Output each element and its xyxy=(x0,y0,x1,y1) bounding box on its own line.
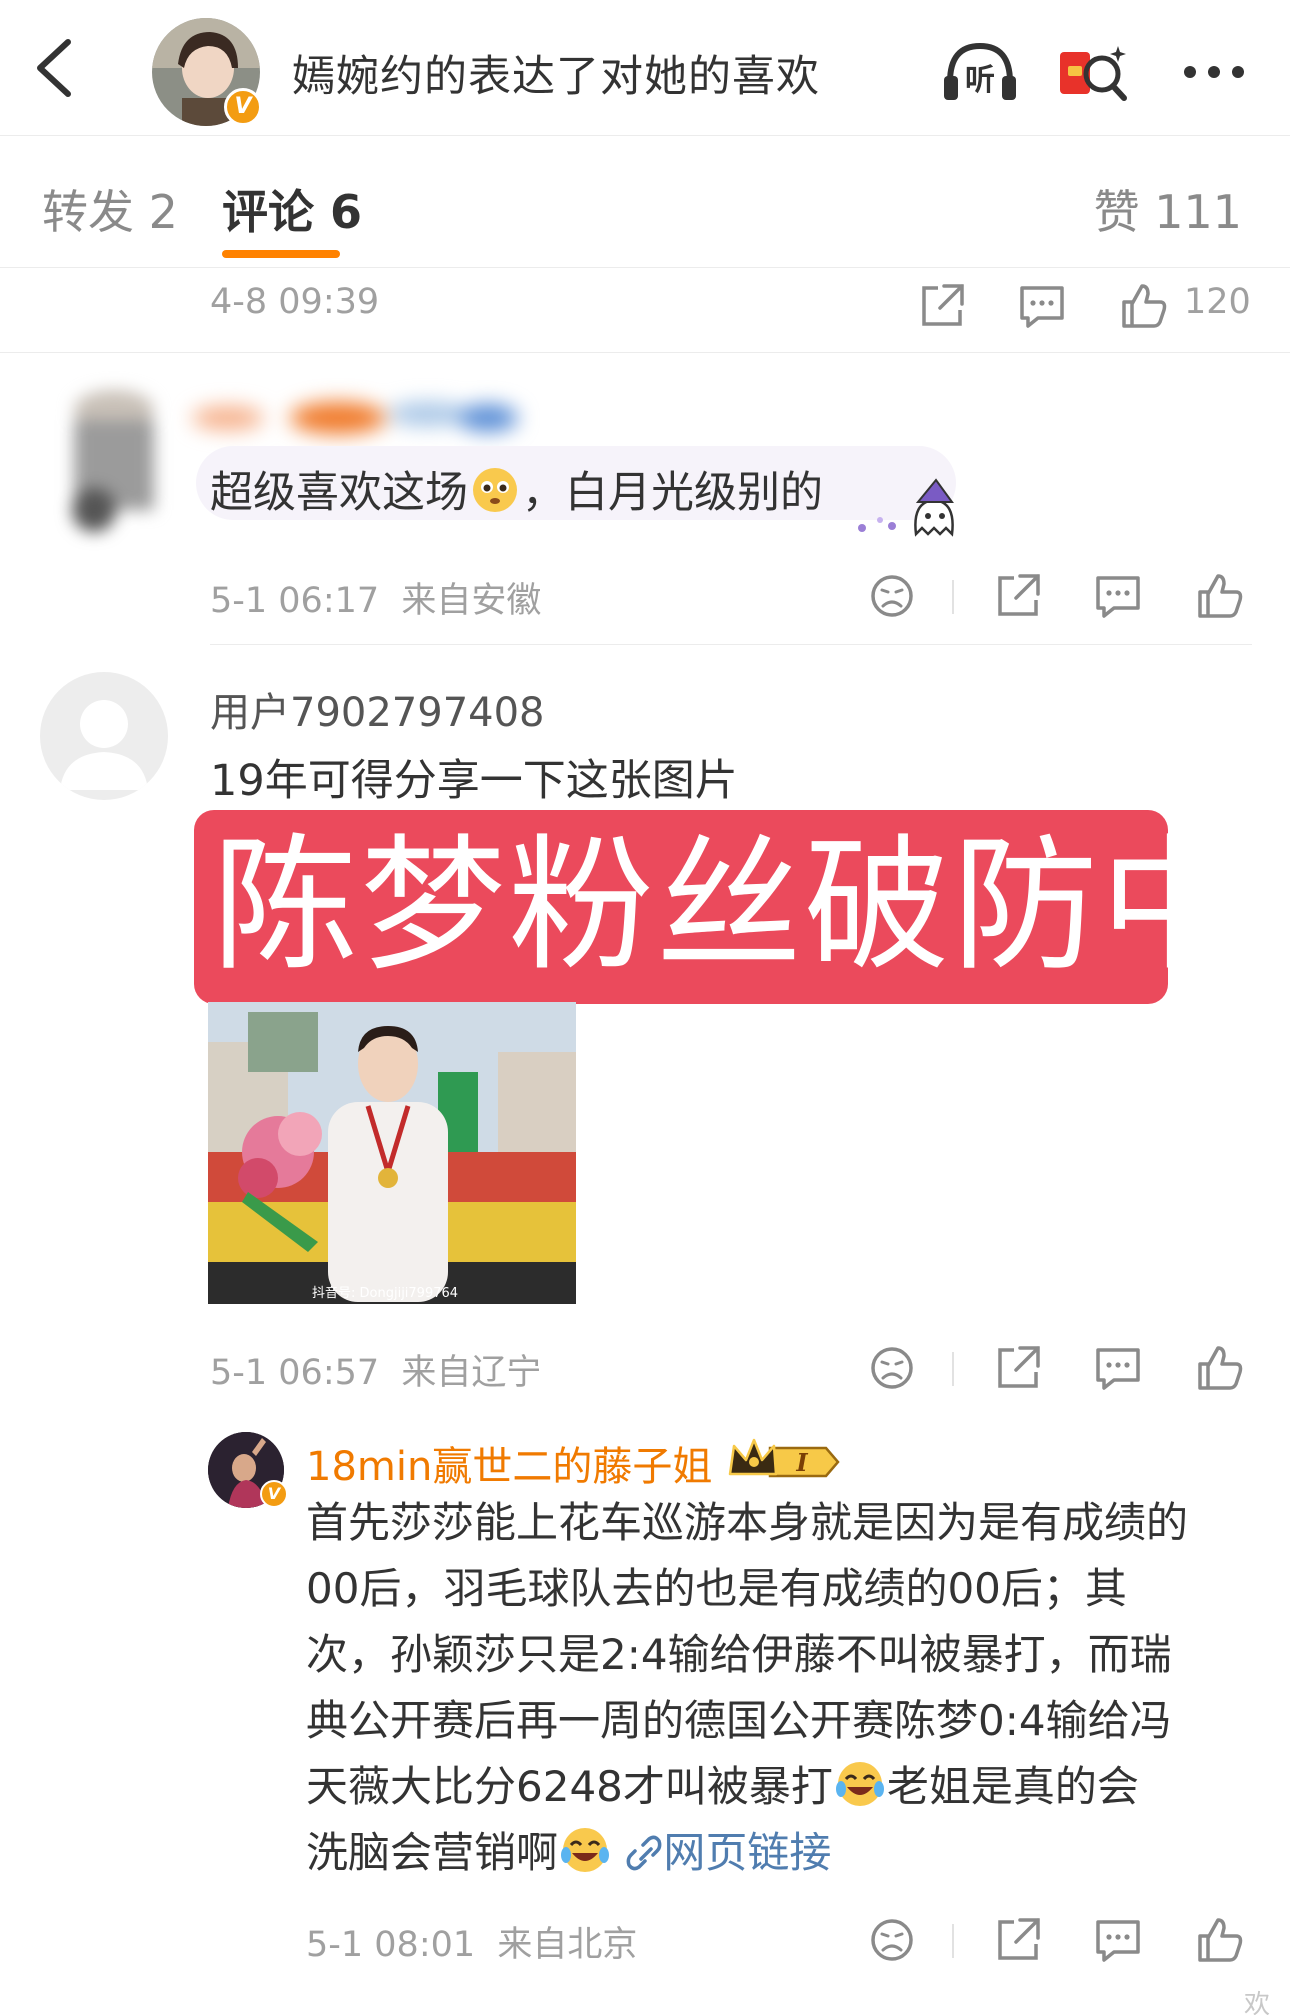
comment-time-location: 5-1 06:57 来自辽宁 xyxy=(210,1353,542,1393)
banner-text: 陈梦粉丝破防中 xyxy=(212,821,1248,991)
pleading-emoji-icon xyxy=(468,465,522,512)
laughing-crying-emoji-icon xyxy=(558,1825,612,1872)
post-like-count: 120 xyxy=(1184,282,1251,322)
like-icon[interactable] xyxy=(1118,280,1170,332)
crown-level-badge-icon: I xyxy=(728,1438,840,1478)
tab-comments[interactable]: 评论 6 xyxy=(222,176,362,242)
dislike-face-icon[interactable] xyxy=(866,1342,918,1394)
tab-likes[interactable]: 赞 111 xyxy=(1094,176,1242,242)
divider xyxy=(0,352,1290,353)
ghost-sticker-icon xyxy=(858,478,954,537)
verified-badge: V xyxy=(224,88,262,126)
post-timestamp: 4-8 09:39 xyxy=(210,282,380,322)
share-icon[interactable] xyxy=(916,280,968,332)
laughing-crying-emoji-icon xyxy=(833,1759,887,1806)
comment-icon[interactable] xyxy=(1016,280,1068,332)
share-icon[interactable] xyxy=(992,1342,1044,1394)
dislike-face-icon[interactable] xyxy=(866,570,918,622)
level-badge-label: I xyxy=(795,1448,808,1477)
separator xyxy=(952,1352,954,1386)
reply-time-location: 5-1 08:01 来自北京 xyxy=(306,1925,638,1965)
comment-time-location: 5-1 06:17 来自安徽 xyxy=(210,581,542,621)
like-icon[interactable] xyxy=(1194,570,1246,622)
verified-badge: V xyxy=(260,1480,288,1508)
listen-icon-label: 听 xyxy=(965,63,995,98)
like-icon[interactable] xyxy=(1194,1342,1246,1394)
image-banner: 陈梦粉丝破防中 xyxy=(194,810,1246,1004)
divider xyxy=(210,644,1252,645)
like-icon[interactable] xyxy=(1194,1914,1246,1966)
back-arrow-icon[interactable] xyxy=(30,36,80,100)
commenter-avatar[interactable] xyxy=(40,672,168,800)
link-icon xyxy=(625,1826,663,1871)
commenter-avatar-blurred[interactable] xyxy=(24,360,184,540)
listen-icon[interactable]: 听 xyxy=(940,38,1020,104)
active-tab-indicator xyxy=(222,250,340,258)
web-link[interactable]: 网页链接 xyxy=(625,1828,831,1877)
comment-image[interactable]: 抖音号: Dongjiji799764 xyxy=(208,1002,576,1304)
commenter-name[interactable]: 用户7902797408 xyxy=(210,680,545,738)
more-icon[interactable] xyxy=(1176,38,1256,104)
top-bar: V 嫣婉约的表达了对她的喜欢 听 xyxy=(0,0,1290,136)
share-icon[interactable] xyxy=(992,1914,1044,1966)
replier-name[interactable]: 18min赢世二的藤子姐 xyxy=(306,1434,712,1492)
comment-icon[interactable] xyxy=(1092,570,1144,622)
commenter-name-blurred[interactable] xyxy=(188,388,528,448)
bottom-faint-text: 欢 xyxy=(1243,1990,1270,2015)
comment-tabs: 转发 2 评论 6 赞 111 xyxy=(0,136,1290,268)
comment-icon[interactable] xyxy=(1092,1914,1144,1966)
page-title: 嫣婉约的表达了对她的喜欢 xyxy=(292,52,820,102)
tab-repost[interactable]: 转发 2 xyxy=(42,176,178,242)
share-icon[interactable] xyxy=(992,570,1044,622)
dislike-face-icon[interactable] xyxy=(866,1914,918,1966)
comment-text: 超级喜欢这场 ，白月光级别的 xyxy=(210,458,823,520)
reply-text: 首先莎莎能上花车巡游本身就是因为是有成绩的 00后，羽毛球队去的也是有成绩的00… xyxy=(306,1498,1189,1877)
red-packet-search-icon[interactable] xyxy=(1056,38,1136,104)
comment-icon[interactable] xyxy=(1092,1342,1144,1394)
comment-text: 19年可得分享一下这张图片 xyxy=(210,756,738,806)
separator xyxy=(952,1924,954,1958)
image-watermark: 抖音号: Dongjiji799764 xyxy=(312,1286,459,1301)
separator xyxy=(952,580,954,614)
